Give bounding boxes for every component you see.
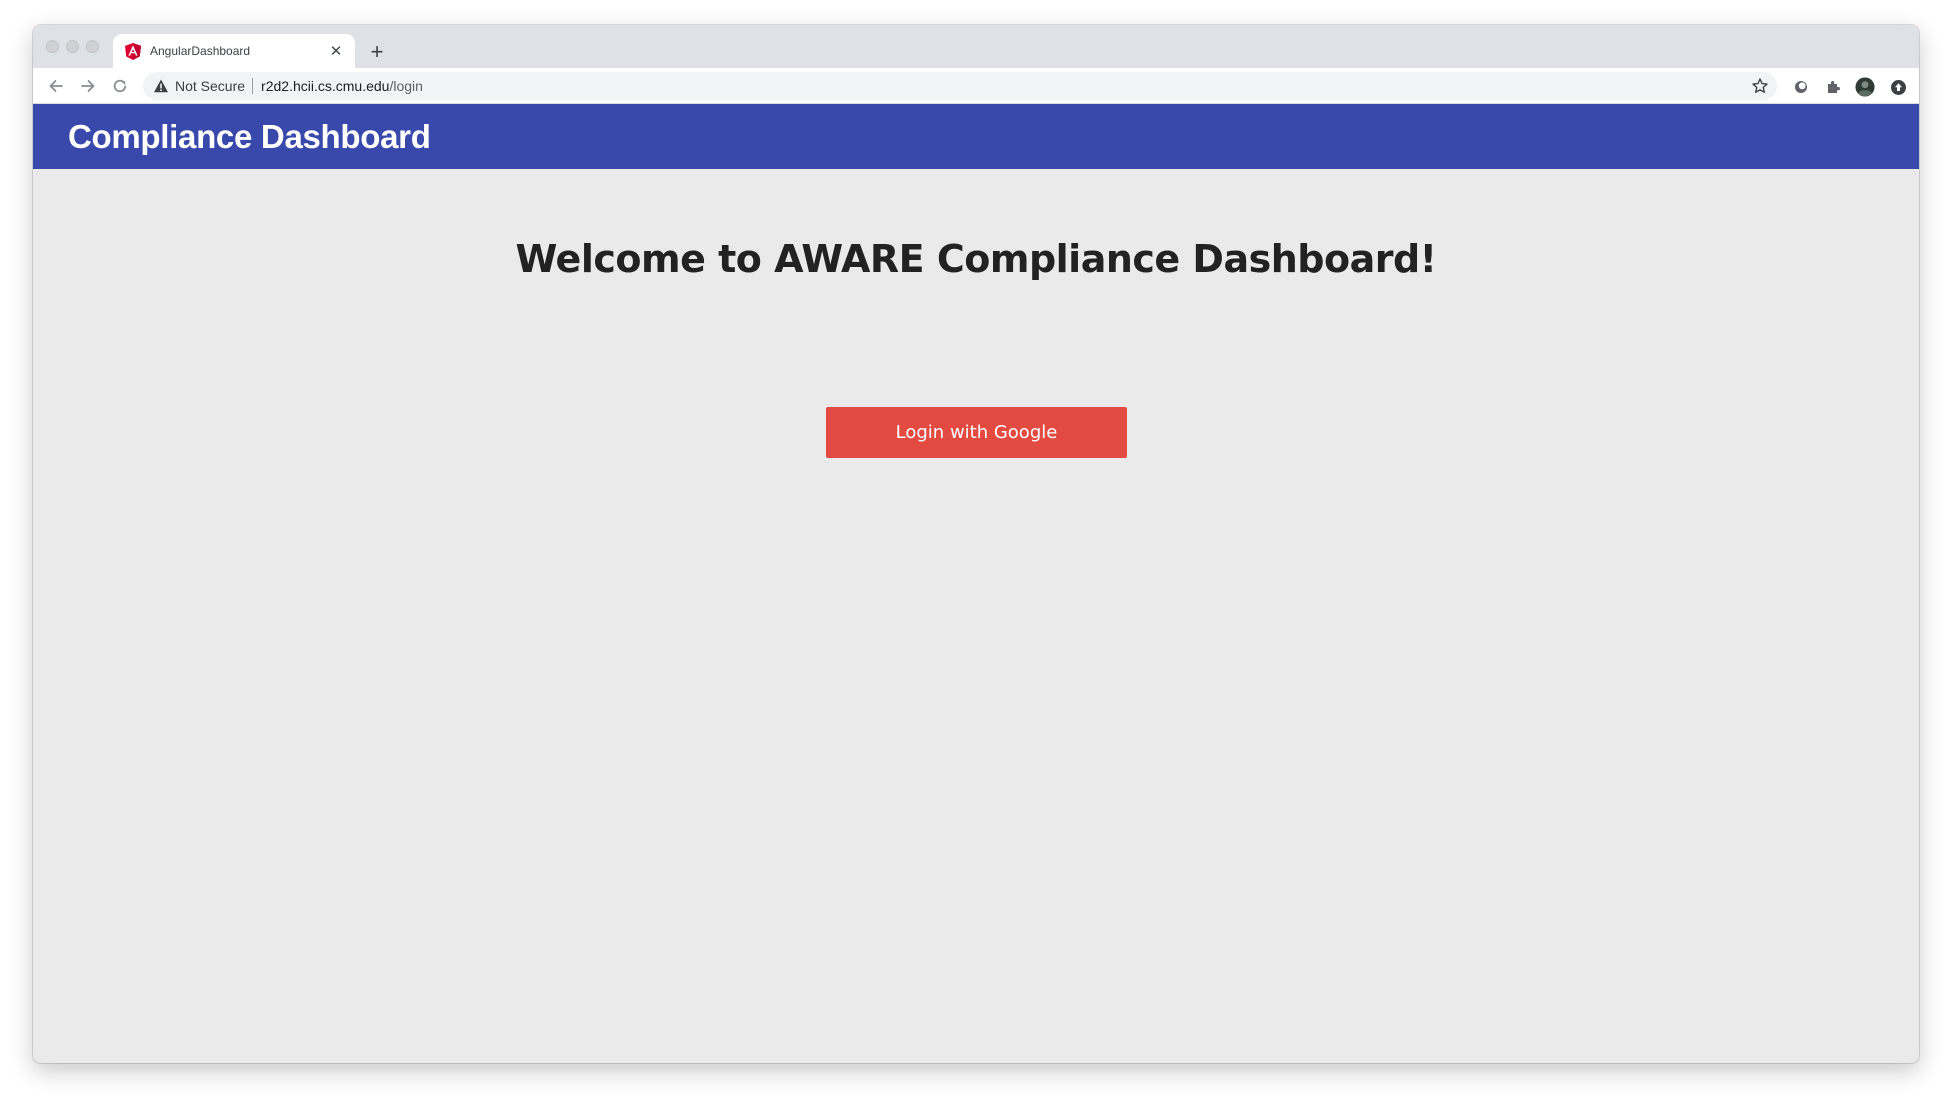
- main-content: Welcome to AWARE Compliance Dashboard! L…: [33, 169, 1919, 1063]
- new-tab-button[interactable]: +: [363, 39, 391, 65]
- angular-logo-icon: [125, 42, 141, 60]
- browser-window: AngularDashboard ✕ + Not Secure r2d2.hci…: [33, 25, 1919, 1063]
- app-header: Compliance Dashboard: [33, 104, 1919, 169]
- extension-icon[interactable]: [1791, 77, 1811, 97]
- tab-close-icon[interactable]: ✕: [325, 40, 347, 62]
- login-with-google-button[interactable]: Login with Google: [826, 407, 1127, 458]
- address-bar[interactable]: Not Secure r2d2.hcii.cs.cmu.edu/login: [143, 72, 1777, 100]
- warning-icon[interactable]: [153, 78, 169, 94]
- forward-arrow-icon[interactable]: [75, 73, 101, 99]
- back-arrow-icon[interactable]: [43, 73, 69, 99]
- update-upload-icon[interactable]: [1888, 77, 1908, 97]
- tab-title: AngularDashboard: [150, 44, 251, 58]
- profile-avatar-icon[interactable]: [1855, 77, 1875, 97]
- security-label[interactable]: Not Secure: [175, 78, 245, 94]
- url-text[interactable]: r2d2.hcii.cs.cmu.edu/login: [261, 78, 423, 94]
- puzzle-extensions-icon[interactable]: [1823, 77, 1843, 97]
- bookmark-star-icon[interactable]: [1751, 77, 1769, 95]
- browser-tab[interactable]: AngularDashboard ✕: [113, 34, 355, 68]
- welcome-heading: Welcome to AWARE Compliance Dashboard!: [515, 237, 1438, 281]
- app-title: Compliance Dashboard: [68, 117, 431, 155]
- tab-strip: AngularDashboard ✕ +: [33, 25, 1919, 68]
- close-window-button[interactable]: [46, 40, 59, 53]
- maximize-window-button[interactable]: [86, 40, 99, 53]
- url-path: /login: [389, 78, 423, 94]
- browser-toolbar: Not Secure r2d2.hcii.cs.cmu.edu/login: [33, 68, 1919, 104]
- address-separator: [252, 78, 254, 94]
- url-host: r2d2.hcii.cs.cmu.edu: [261, 78, 390, 94]
- minimize-window-button[interactable]: [66, 40, 79, 53]
- window-controls: [46, 40, 99, 53]
- reload-icon[interactable]: [107, 73, 133, 99]
